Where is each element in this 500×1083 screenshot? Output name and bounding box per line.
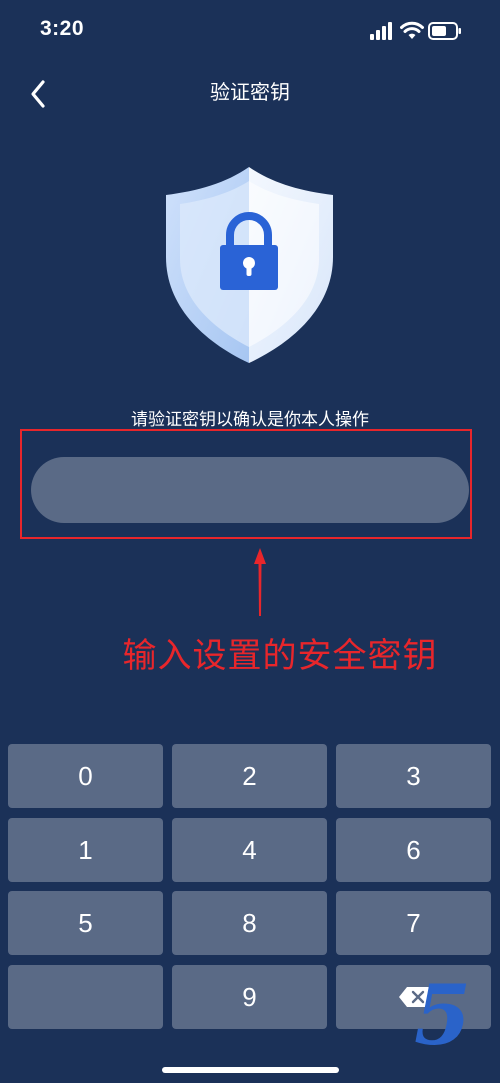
shield-lock-icon	[166, 167, 333, 363]
page-title: 验证密钥	[210, 80, 290, 104]
key-2[interactable]: 2	[172, 744, 327, 808]
key-1[interactable]: 1	[8, 818, 163, 882]
key-4[interactable]: 4	[172, 818, 327, 882]
key-9[interactable]: 9	[172, 965, 327, 1029]
battery-icon	[428, 22, 461, 40]
wifi-icon	[400, 21, 424, 39]
annotation-arrow-icon	[254, 548, 266, 616]
key-0[interactable]: 0	[8, 744, 163, 808]
security-key-input[interactable]	[31, 457, 469, 523]
status-icons	[370, 20, 480, 44]
key-blank	[8, 965, 163, 1029]
home-indicator	[162, 1067, 339, 1073]
watermark-logo: 5	[414, 968, 472, 1064]
nav-bar: 验证密钥	[0, 60, 500, 118]
key-7[interactable]: 7	[336, 891, 491, 955]
key-5[interactable]: 5	[8, 891, 163, 955]
key-8[interactable]: 8	[172, 891, 327, 955]
key-3[interactable]: 3	[336, 744, 491, 808]
key-6[interactable]: 6	[336, 818, 491, 882]
annotation-text: 输入设置的安全密钥	[122, 636, 438, 676]
cellular-signal-icon	[370, 22, 392, 40]
status-time: 3:20	[40, 17, 85, 40]
instruction-text: 请验证密钥以确认是你本人操作	[131, 410, 369, 430]
status-bar: 3:20	[0, 0, 500, 60]
